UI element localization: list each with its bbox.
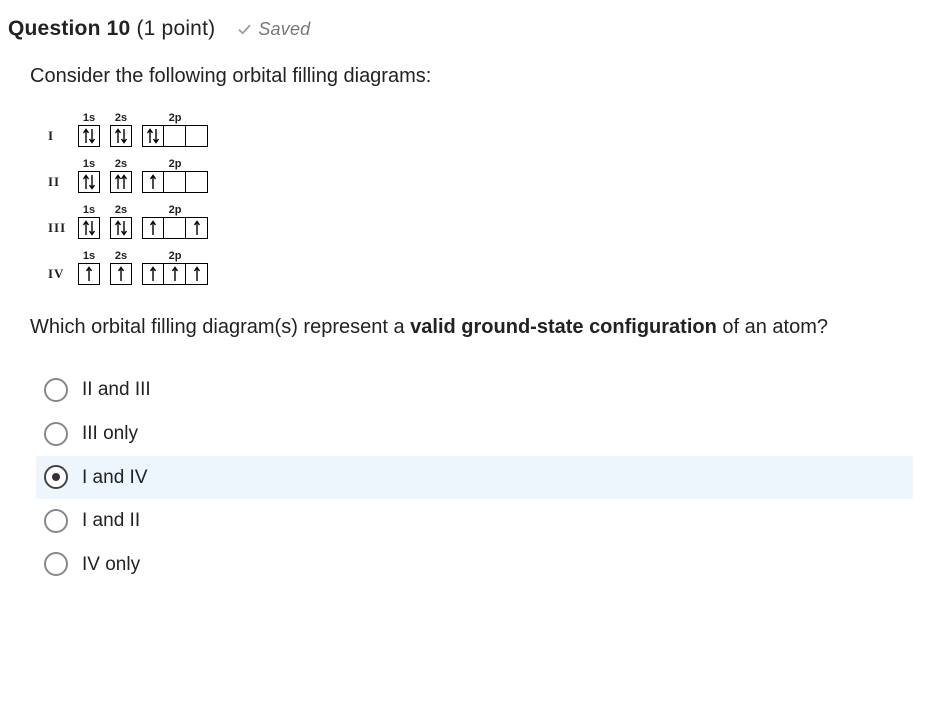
radio-button[interactable] — [44, 552, 68, 576]
orbital-box — [186, 217, 208, 239]
electron-arrow-up — [150, 220, 156, 236]
electron-arrow-up — [150, 174, 156, 190]
answer-option-label: II and III — [82, 376, 151, 404]
electron-arrow-up — [121, 174, 127, 190]
electron-arrow-up — [194, 220, 200, 236]
diagram-row: III 1s 2s 2p — [48, 203, 913, 239]
question-header: Question 10 (1 point) Saved — [8, 14, 913, 44]
orbital-group-1s: 1s — [78, 249, 100, 285]
orbital-box — [78, 171, 100, 193]
question-text-post: of an atom? — [717, 316, 828, 338]
orbital-box — [78, 217, 100, 239]
answer-option-label: III only — [82, 420, 138, 448]
electron-arrow-down — [89, 220, 95, 236]
orbital-box — [110, 171, 132, 193]
question-text: Which orbital filling diagram(s) represe… — [30, 313, 913, 342]
orbital-group-1s: 1s — [78, 203, 100, 239]
answer-option[interactable]: II and III — [36, 368, 913, 412]
radio-button[interactable] — [44, 378, 68, 402]
orbital-label: 1s — [83, 157, 95, 169]
orbital-label: 2p — [169, 111, 182, 123]
answer-option-label: IV only — [82, 551, 140, 579]
radio-button[interactable] — [44, 509, 68, 533]
orbital-box — [78, 263, 100, 285]
orbital-box — [142, 171, 164, 193]
electron-arrow-down — [89, 174, 95, 190]
electron-arrow-up — [118, 266, 124, 282]
diagram-row-label: I — [48, 127, 78, 148]
orbital-box — [164, 217, 186, 239]
electron-arrow-down — [89, 128, 95, 144]
answer-option-label: I and II — [82, 507, 140, 535]
answer-option[interactable]: I and IV — [36, 456, 913, 500]
check-icon — [237, 22, 252, 37]
orbital-label: 1s — [83, 249, 95, 261]
orbital-label: 2s — [115, 249, 127, 261]
orbital-box — [186, 125, 208, 147]
orbital-group-2s: 2s — [110, 111, 132, 147]
answer-option[interactable]: III only — [36, 412, 913, 456]
question-points: (1 point) — [136, 17, 215, 40]
orbital-label: 1s — [83, 203, 95, 215]
orbital-label: 1s — [83, 111, 95, 123]
diagram-row-label: IV — [48, 265, 78, 286]
question-number: Question 10 — [8, 17, 130, 40]
orbital-label: 2p — [169, 157, 182, 169]
answer-options: II and III III only I and IV I and II IV onl… — [36, 368, 913, 586]
electron-arrow-up — [86, 266, 92, 282]
saved-indicator: Saved — [237, 16, 310, 42]
diagram-row: I 1s 2s 2p — [48, 111, 913, 147]
diagram-row-label: II — [48, 173, 78, 194]
saved-label: Saved — [258, 16, 310, 42]
orbital-box — [78, 125, 100, 147]
orbital-box — [142, 263, 164, 285]
answer-option[interactable]: IV only — [36, 543, 913, 587]
electron-arrow-down — [121, 220, 127, 236]
orbital-box — [142, 125, 164, 147]
orbital-group-2s: 2s — [110, 249, 132, 285]
question-prompt: Consider the following orbital filling d… — [30, 62, 913, 91]
radio-dot-icon — [52, 473, 60, 481]
orbital-label: 2s — [115, 111, 127, 123]
diagram-row: II 1s 2s 2p — [48, 157, 913, 193]
orbital-group-1s: 1s — [78, 111, 100, 147]
orbital-box — [164, 125, 186, 147]
electron-arrow-up — [194, 266, 200, 282]
orbital-box — [186, 263, 208, 285]
orbital-group-2p: 2p — [142, 157, 208, 193]
orbital-box — [110, 217, 132, 239]
electron-arrow-down — [121, 128, 127, 144]
orbital-group-1s: 1s — [78, 157, 100, 193]
answer-option[interactable]: I and II — [36, 499, 913, 543]
orbital-group-2s: 2s — [110, 203, 132, 239]
orbital-box — [142, 217, 164, 239]
electron-arrow-down — [153, 128, 159, 144]
orbital-group-2s: 2s — [110, 157, 132, 193]
orbital-box — [110, 125, 132, 147]
radio-button[interactable] — [44, 422, 68, 446]
orbital-box — [164, 171, 186, 193]
orbital-group-2p: 2p — [142, 203, 208, 239]
electron-arrow-up — [172, 266, 178, 282]
orbital-group-2p: 2p — [142, 249, 208, 285]
diagram-row-label: III — [48, 219, 78, 240]
orbital-label: 2p — [169, 203, 182, 215]
orbital-box — [164, 263, 186, 285]
orbital-label: 2p — [169, 249, 182, 261]
diagram-row: IV 1s 2s 2p — [48, 249, 913, 285]
radio-button[interactable] — [44, 465, 68, 489]
answer-option-label: I and IV — [82, 464, 148, 492]
orbital-diagrams: I 1s 2s 2p II 1s 2s 2p III 1s 2s 2p IV 1s 2s 2p — [48, 111, 913, 285]
question-text-pre: Which orbital filling diagram(s) represe… — [30, 316, 410, 338]
orbital-group-2p: 2p — [142, 111, 208, 147]
question-text-bold: valid ground-state configuration — [410, 316, 717, 338]
orbital-label: 2s — [115, 157, 127, 169]
orbital-box — [186, 171, 208, 193]
electron-arrow-up — [150, 266, 156, 282]
orbital-label: 2s — [115, 203, 127, 215]
orbital-box — [110, 263, 132, 285]
